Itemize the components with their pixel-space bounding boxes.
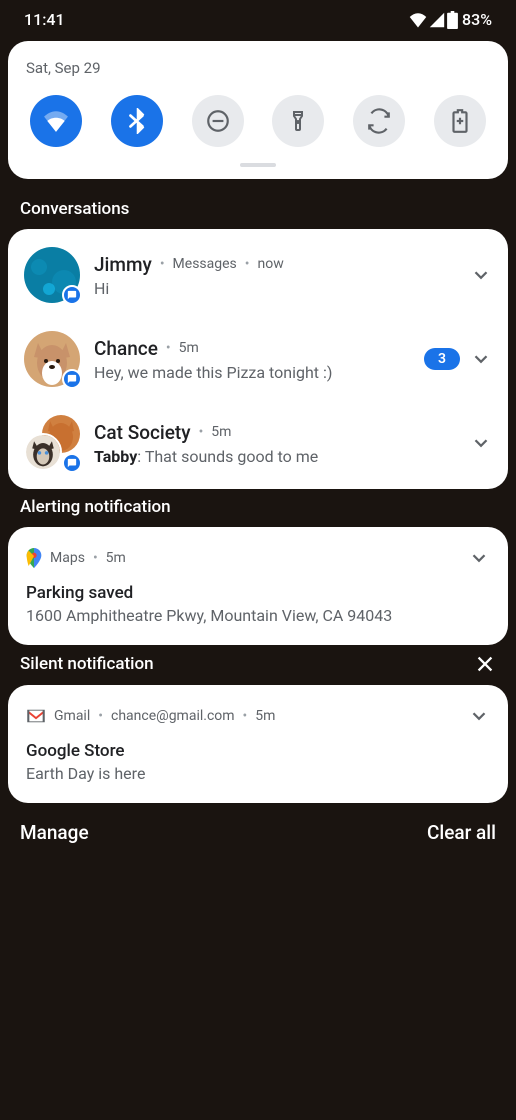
conversation-title: Jimmy: [94, 253, 152, 276]
autorotate-toggle[interactable]: [353, 95, 405, 147]
bluetooth-icon: [124, 108, 150, 134]
qs-date: Sat, Sep 29: [26, 59, 490, 77]
conversation-body: Hey, we made this Pizza tonight :): [94, 363, 410, 382]
qs-expand-handle[interactable]: [240, 163, 276, 167]
alerting-card[interactable]: Maps • 5m Parking saved 1600 Amphitheatr…: [8, 527, 508, 645]
status-bar: 11:41 83%: [0, 0, 516, 37]
battery-percent: 83%: [462, 10, 492, 29]
conversation-content: Jimmy • Messages • now Hi: [94, 253, 456, 298]
conversation-time: 5m: [179, 340, 199, 356]
signal-icon: [429, 12, 445, 28]
conversation-item[interactable]: Cat Society • 5m Tabby: That sounds good…: [8, 401, 508, 485]
avatar: [24, 331, 80, 387]
bottom-bar: Manage Clear all: [0, 803, 516, 862]
quick-settings-panel: Sat, Sep 29: [8, 41, 508, 179]
battery-saver-icon: [449, 108, 471, 134]
notification-title: Parking saved: [26, 583, 490, 603]
notification-body: Earth Day is here: [26, 764, 490, 783]
conversation-item[interactable]: Jimmy • Messages • now Hi: [8, 233, 508, 317]
notification-time: 5m: [255, 708, 275, 724]
gmail-notification: Gmail • chance@gmail.com • 5m Google Sto…: [8, 689, 508, 799]
chevron-down-icon[interactable]: [468, 705, 490, 727]
messages-badge-icon: [62, 369, 82, 389]
dnd-toggle[interactable]: [192, 95, 244, 147]
messages-badge-icon: [62, 453, 82, 473]
dnd-icon: [205, 108, 231, 134]
bluetooth-toggle[interactable]: [111, 95, 163, 147]
close-icon[interactable]: [474, 653, 496, 675]
conversation-app: Messages: [173, 256, 237, 272]
conversations-card: Jimmy • Messages • now Hi Chance • 5m He…: [8, 229, 508, 489]
qs-toggles-row: [26, 95, 490, 147]
chevron-down-icon[interactable]: [468, 547, 490, 569]
wifi-icon: [43, 110, 69, 132]
notification-account: chance@gmail.com: [111, 708, 235, 724]
notification-body: 1600 Amphitheatre Pkwy, Mountain View, C…: [26, 606, 490, 625]
wifi-toggle[interactable]: [30, 95, 82, 147]
avatar-group: [24, 415, 80, 471]
wifi-icon: [409, 12, 427, 28]
battery-icon: [447, 11, 458, 29]
notification-app: Maps: [50, 550, 85, 566]
autorotate-icon: [366, 108, 392, 134]
messages-badge-icon: [62, 285, 82, 305]
notification-app: Gmail: [54, 708, 90, 724]
conversation-body: Hi: [94, 279, 456, 298]
notification-title: Google Store: [26, 741, 490, 761]
conversation-time: now: [258, 256, 284, 272]
silent-card[interactable]: Gmail • chance@gmail.com • 5m Google Sto…: [8, 685, 508, 803]
chevron-down-icon[interactable]: [470, 264, 492, 286]
conversation-body: Tabby: That sounds good to me: [94, 447, 456, 466]
status-time: 11:41: [24, 10, 65, 29]
status-indicators: 83%: [409, 10, 492, 29]
silent-header: Silent notification: [0, 645, 516, 685]
conversation-title: Chance: [94, 337, 158, 360]
avatar: [24, 247, 80, 303]
flashlight-icon: [286, 108, 310, 134]
manage-button[interactable]: Manage: [20, 821, 89, 844]
conversation-time: 5m: [211, 424, 231, 440]
maps-icon: [26, 548, 42, 568]
flashlight-toggle[interactable]: [272, 95, 324, 147]
clear-all-button[interactable]: Clear all: [427, 821, 496, 844]
gmail-icon: [26, 708, 46, 724]
chevron-down-icon[interactable]: [470, 348, 492, 370]
conversations-header: Conversations: [0, 191, 516, 229]
battery-saver-toggle[interactable]: [434, 95, 486, 147]
conversation-title: Cat Society: [94, 421, 191, 444]
chevron-down-icon[interactable]: [470, 432, 492, 454]
conversation-content: Cat Society • 5m Tabby: That sounds good…: [94, 421, 456, 466]
maps-notification: Maps • 5m Parking saved 1600 Amphitheatr…: [8, 531, 508, 641]
unread-count-badge: 3: [424, 348, 460, 370]
notification-time: 5m: [106, 550, 126, 566]
conversation-content: Chance • 5m Hey, we made this Pizza toni…: [94, 337, 410, 382]
alerting-header: Alerting notification: [0, 489, 516, 527]
conversation-item[interactable]: Chance • 5m Hey, we made this Pizza toni…: [8, 317, 508, 401]
